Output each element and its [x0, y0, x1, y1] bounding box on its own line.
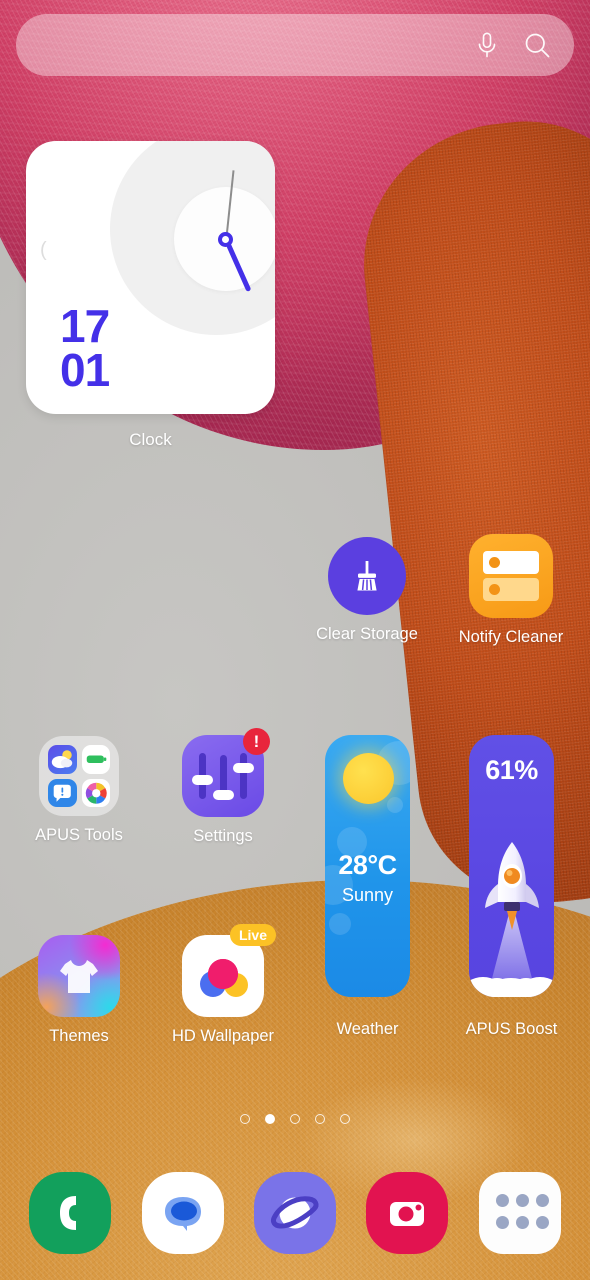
weather-bubble: [329, 913, 351, 935]
planet-browser-icon[interactable]: [253, 1171, 336, 1254]
app-label: Themes: [49, 1027, 109, 1045]
app-notify-cleaner[interactable]: Notify Cleaner: [452, 534, 570, 647]
app-label: HD Wallpaper: [171, 1027, 275, 1045]
broom-glyph: [357, 561, 377, 591]
page-dot-4[interactable]: [315, 1114, 325, 1124]
mini-icon-battery: [81, 745, 110, 774]
weather-bubble: [387, 797, 403, 813]
boost-percent: 61%: [485, 755, 538, 785]
battery-glyph: [86, 755, 106, 764]
notify-cleaner-icon-box[interactable]: [469, 534, 553, 618]
weather-temperature: 28°C: [338, 850, 397, 880]
page-dot-5[interactable]: [340, 1114, 350, 1124]
app-label: Notify Cleaner: [458, 628, 564, 646]
app-hd-wallpaper[interactable]: Live HD Wallpaper: [164, 924, 282, 1046]
themes-icon-box[interactable]: [38, 935, 120, 1017]
message-bubble-glyph: [164, 1196, 201, 1231]
phone-icon[interactable]: [29, 1171, 112, 1254]
clock-hours: 17: [60, 299, 110, 352]
info-bubble-glyph: [53, 784, 71, 802]
folder-icon[interactable]: [39, 736, 119, 816]
drawer-dot: [515, 1216, 529, 1229]
message-bubble-icon[interactable]: [141, 1171, 224, 1254]
phone-glyph: [60, 1195, 77, 1230]
notify-dot: [489, 557, 500, 568]
weather-widget-label: Weather: [336, 1020, 399, 1038]
planet-glyph: [270, 1195, 319, 1229]
apus-tools-icon-box[interactable]: [39, 736, 119, 816]
tshirt-glyph: [60, 960, 98, 993]
dock-item-apps[interactable]: [478, 1171, 561, 1254]
circles-icon[interactable]: Live: [182, 924, 276, 1017]
microphone-icon[interactable]: [472, 30, 502, 60]
drawer-dot: [515, 1193, 529, 1207]
hd-wallpaper-icon-box[interactable]: Live: [182, 924, 276, 1017]
slider-knob-3: [233, 763, 254, 773]
notify-dot: [489, 584, 500, 595]
dock-item-phone[interactable]: [29, 1171, 112, 1254]
page-dot-2-active[interactable]: [265, 1114, 275, 1124]
drawer-dot: [535, 1193, 549, 1207]
app-apus-tools[interactable]: APUS Tools: [20, 736, 138, 845]
clock-digital-time: 17 01: [60, 299, 110, 396]
drawer-dot: [535, 1216, 549, 1229]
notify-row-top: [483, 551, 539, 574]
slider-knob-2: [213, 790, 234, 800]
color-wheel-glyph: [85, 782, 107, 804]
page-indicator[interactable]: [0, 1114, 590, 1124]
settings-alert-badge: !: [243, 728, 270, 755]
tshirt-icon[interactable]: [38, 935, 120, 1017]
clock-widget-label: Clock: [129, 430, 172, 449]
settings-icon-box[interactable]: !: [182, 728, 270, 817]
page-dot-1[interactable]: [240, 1114, 250, 1124]
drawer-dot: [495, 1216, 509, 1229]
app-label: APUS Tools: [35, 826, 123, 844]
mini-icon-weather: [48, 745, 77, 774]
app-label: Settings: [193, 827, 253, 845]
apus-boost-widget[interactable]: 61%: [469, 735, 554, 997]
camera-icon[interactable]: [366, 1171, 449, 1254]
camera-glyph: [390, 1201, 425, 1226]
clear-storage-icon-box[interactable]: [328, 537, 406, 615]
dock: [0, 1165, 590, 1260]
weather-widget[interactable]: 28°C Sunny: [325, 735, 410, 997]
notify-row-bottom: [483, 578, 539, 601]
app-themes[interactable]: Themes: [20, 935, 138, 1046]
live-badge: Live: [229, 924, 276, 947]
app-settings[interactable]: ! Settings: [164, 728, 282, 846]
notification-rows-icon[interactable]: [469, 534, 553, 618]
weather-condition: Sunny: [341, 885, 394, 905]
search-bar[interactable]: [16, 14, 574, 76]
app-label: Clear Storage: [316, 625, 418, 643]
app-drawer-icon[interactable]: [478, 1171, 561, 1254]
circles-glyph: [200, 959, 248, 997]
search-icon[interactable]: [522, 30, 552, 60]
app-clear-storage[interactable]: Clear Storage: [308, 537, 426, 644]
clock-pivot: [218, 232, 233, 247]
clock-minutes: 01: [60, 343, 110, 396]
dock-item-internet[interactable]: [253, 1171, 336, 1254]
mini-icon-color-wheel: [81, 778, 110, 807]
sun-icon: [343, 753, 394, 804]
dock-item-messages[interactable]: [141, 1171, 224, 1254]
page-dot-3[interactable]: [290, 1114, 300, 1124]
drawer-dot: [495, 1193, 509, 1207]
dock-item-camera[interactable]: [366, 1171, 449, 1254]
slider-track-3: [240, 753, 247, 799]
clock-edge-artifact: (: [40, 239, 47, 261]
mini-icon-info: [48, 778, 77, 807]
cloud-sun-glyph: [51, 750, 73, 769]
broom-icon[interactable]: [328, 537, 406, 615]
sliders-icon[interactable]: !: [182, 728, 270, 817]
clock-widget[interactable]: ( 17 01: [26, 141, 275, 414]
slider-knob-1: [192, 775, 213, 785]
cloud-band: [469, 977, 554, 997]
apus-boost-widget-label: APUS Boost: [465, 1020, 558, 1038]
